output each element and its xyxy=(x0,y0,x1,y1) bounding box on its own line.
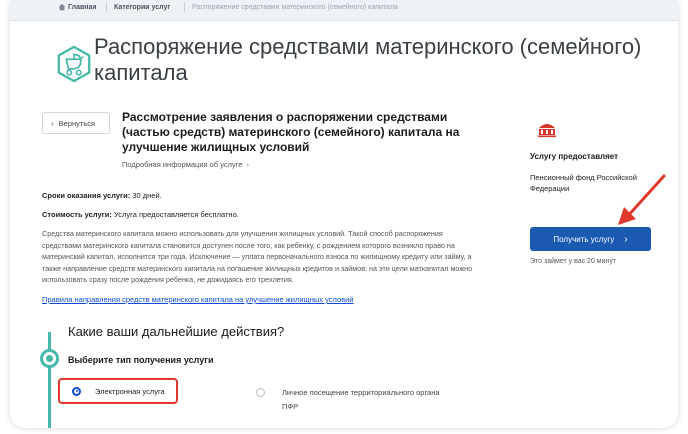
pfr-logo-icon xyxy=(538,124,556,138)
stroller-logo-icon xyxy=(57,45,91,83)
cost-label: Стоимость услуги: xyxy=(42,210,112,219)
term-label: Сроки оказания услуги: xyxy=(42,191,131,200)
more-info-label: Подробная информация об услуге xyxy=(122,160,243,169)
time-note: Это займет у вас 20 минут xyxy=(530,258,617,265)
service-term: Сроки оказания услуги: 30 дней. xyxy=(42,191,162,200)
breadcrumb-home[interactable]: Главная xyxy=(68,4,96,11)
back-button[interactable]: ‹ Вернуться xyxy=(42,112,110,134)
option-electronic-service[interactable]: Электронная услуга xyxy=(58,378,178,404)
radio-selected-icon[interactable] xyxy=(72,386,81,396)
rules-link[interactable]: Правила направления средств материнского… xyxy=(42,295,353,304)
breadcrumb-divider xyxy=(184,2,185,12)
provider-label: Услугу предоставляет xyxy=(530,152,619,161)
back-button-label: Вернуться xyxy=(58,118,96,128)
option-electronic-label: Электронная услуга xyxy=(95,386,165,396)
breadcrumb: Главная Категории услуг Распоряжение сре… xyxy=(10,0,678,21)
service-title: Рассмотрение заявления о распоряжении ср… xyxy=(122,110,460,154)
step-title: Выберите тип получения услуги xyxy=(68,355,214,365)
breadcrumb-divider xyxy=(106,2,107,12)
chevron-left-icon: ‹ xyxy=(51,118,54,128)
chevron-right-icon: › xyxy=(246,160,250,169)
more-info-link[interactable]: Подробная информация об услуге › xyxy=(122,160,249,169)
step-indicator xyxy=(40,349,59,368)
get-service-button[interactable]: Получить услугу › xyxy=(530,227,651,251)
red-arrow-annotation-icon xyxy=(618,174,666,225)
page-card: Главная Категории услуг Распоряжение сре… xyxy=(10,0,678,428)
actions-heading: Какие ваши дальнейшие действия? xyxy=(68,324,285,339)
get-service-label: Получить услугу xyxy=(553,234,615,244)
home-icon xyxy=(58,3,66,11)
term-value: 30 дней. xyxy=(132,191,162,200)
service-description: Средства материнского капитала можно исп… xyxy=(42,229,473,285)
breadcrumb-current: Распоряжение средствами материнского (се… xyxy=(192,4,398,11)
breadcrumb-categories[interactable]: Категории услуг xyxy=(114,4,170,11)
chevron-right-icon: › xyxy=(624,233,628,245)
radio-unselected-icon[interactable] xyxy=(256,388,265,397)
service-cost: Стоимость услуги: Услуга предоставляется… xyxy=(42,210,239,219)
page-title: Распоряжение средствами материнского (се… xyxy=(94,34,642,85)
option-visit-label: Личное посещение территориального органа… xyxy=(282,388,440,411)
cost-value: Услуга предоставляется бесплатно. xyxy=(113,210,239,219)
step-connector-line xyxy=(48,332,51,428)
